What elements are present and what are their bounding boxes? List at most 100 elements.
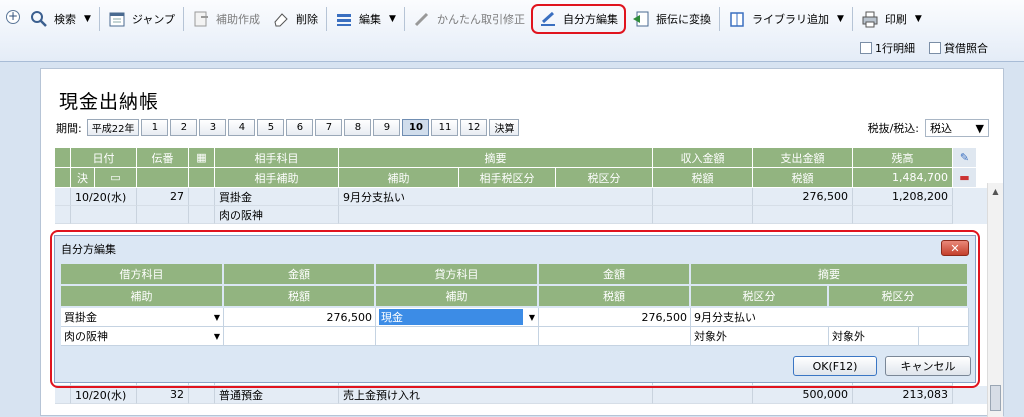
separator	[403, 7, 405, 31]
month-button[interactable]: 12	[460, 119, 488, 136]
chevron-down-icon[interactable]: ▼	[529, 313, 535, 322]
ok-button[interactable]: OK(F12)	[793, 356, 877, 376]
header-icon-cell[interactable]: ▦	[189, 148, 215, 168]
settlement-button[interactable]: 決算	[489, 119, 520, 136]
month-button[interactable]: 2	[170, 119, 198, 136]
one-line-detail-label: 1行明細	[875, 42, 915, 55]
chevron-down-icon[interactable]: ▼	[389, 14, 396, 24]
month-button-active[interactable]: 10	[402, 119, 430, 136]
close-icon: ✕	[950, 241, 960, 255]
easy-fix-button[interactable]: かんたん取引修正	[407, 6, 531, 32]
tax-mode-select[interactable]: 税込 ▼	[925, 119, 989, 137]
cell-income	[653, 206, 753, 224]
cell-no: 32	[137, 386, 189, 404]
credit-tax-class[interactable]: 対象外	[829, 327, 919, 345]
table-row[interactable]: 10/20(水) 27 買掛金 9月分支払い 276,500 1,208,200	[55, 188, 991, 206]
row-selector[interactable]	[55, 386, 71, 404]
ledger-header-row-2: 決 ▭ 相手補助 補助 相手税区分 税区分 税額 税額 1,484,700 ▬	[55, 168, 991, 188]
period-year-button[interactable]: 平成22年	[86, 119, 140, 136]
debit-amount-input[interactable]: 276,500	[224, 308, 376, 326]
chevron-down-icon[interactable]: ▼	[837, 14, 844, 24]
dialog-header-row: 借方科目 金額 貸方科目 金額 摘要	[61, 264, 969, 284]
loan-reconcile-label: 貸借照合	[944, 42, 988, 55]
month-button[interactable]: 4	[228, 119, 256, 136]
aux-create-button[interactable]: 補助作成	[186, 6, 266, 32]
month-button[interactable]: 11	[431, 119, 459, 136]
cell-memo: 売上金預け入れ	[339, 386, 653, 404]
header-credit-account: 貸方科目	[376, 264, 537, 284]
cell-account: 肉の阪神	[215, 206, 339, 224]
cell-balance	[853, 206, 953, 224]
month-button[interactable]: 9	[373, 119, 401, 136]
credit-aux-input[interactable]	[376, 327, 539, 345]
header-memo: 摘要	[691, 264, 967, 284]
month-button[interactable]: 5	[257, 119, 285, 136]
one-line-detail-checkbox[interactable]: 1行明細	[860, 40, 915, 56]
loan-reconcile-checkbox[interactable]: 貸借照合	[929, 40, 988, 56]
entry-row-2: 肉の阪神 ▼ 対象外 対象外	[61, 327, 969, 346]
delete-label: 削除	[296, 13, 319, 26]
memo-input[interactable]: 9月分支払い	[691, 308, 969, 326]
chevron-down-icon[interactable]: ▼	[214, 313, 220, 322]
cell-balance: 1,208,200	[853, 188, 953, 206]
debit-tax-input[interactable]	[224, 327, 376, 345]
vertical-scrollbar[interactable]: ▲	[987, 183, 1003, 417]
chevron-down-icon: ▼	[975, 121, 984, 135]
book-icon	[728, 10, 746, 28]
scroll-up-icon[interactable]: ▲	[988, 187, 1003, 196]
table-row[interactable]: 肉の阪神	[55, 206, 991, 224]
cell-no: 27	[137, 188, 189, 206]
header-note-icon-cell[interactable]: ▭	[95, 168, 137, 188]
checkbox-box[interactable]	[929, 42, 941, 54]
month-button[interactable]: 1	[141, 119, 169, 136]
header-memo: 摘要	[339, 148, 653, 168]
header-cell	[55, 168, 71, 188]
header-toggle-cell[interactable]: ▬	[953, 168, 977, 188]
row-selector[interactable]	[55, 188, 71, 206]
separator	[851, 7, 853, 31]
edit-label: 編集	[359, 13, 382, 26]
scroll-thumb[interactable]	[990, 385, 1001, 411]
header-debit-tax-class: 税区分	[691, 286, 827, 306]
debit-aux-value: 肉の阪神	[64, 330, 108, 343]
chevron-down-icon[interactable]: ▼	[915, 14, 922, 24]
jump-button[interactable]: ジャンプ	[102, 6, 181, 32]
debit-tax-class[interactable]: 対象外	[691, 327, 829, 345]
library-add-button[interactable]: ライブラリ追加 ▼	[722, 6, 850, 32]
ledger-header-row: 日付 伝番 ▦ 相手科目 摘要 収入金額 支出金額 残高 ✎	[55, 148, 991, 168]
close-button[interactable]: ✕	[941, 240, 969, 256]
tax-mode-value: 税込	[930, 122, 952, 135]
print-button[interactable]: 印刷 ▼	[855, 6, 928, 32]
header-tax-class: 税区分	[556, 168, 653, 188]
self-edit-label: 自分方編集	[562, 13, 618, 26]
to-transfer-label: 振伝に変換	[655, 13, 711, 26]
to-transfer-button[interactable]: 振伝に変換	[626, 6, 717, 32]
row-selector[interactable]	[55, 206, 71, 224]
cell-account: 普通預金	[215, 386, 339, 404]
table-row[interactable]: 10/20(水) 32 普通預金 売上金預け入れ 500,000 213,083	[55, 386, 991, 404]
header-edit-cell[interactable]: ✎	[953, 148, 977, 168]
edit-button[interactable]: 編集 ▼	[329, 6, 402, 32]
month-button[interactable]: 3	[199, 119, 227, 136]
month-button[interactable]: 7	[315, 119, 343, 136]
cancel-button[interactable]: キャンセル	[885, 356, 971, 376]
debit-aux-combo[interactable]: 肉の阪神 ▼	[61, 327, 224, 345]
convert-icon	[632, 10, 650, 28]
credit-amount-input[interactable]: 276,500	[539, 308, 691, 326]
chevron-down-icon[interactable]: ▼	[84, 14, 91, 24]
chevron-down-icon[interactable]: ▼	[214, 332, 220, 341]
period-label: 期間:	[56, 121, 82, 135]
month-button[interactable]: 6	[286, 119, 314, 136]
month-button[interactable]: 8	[344, 119, 372, 136]
cell-account: 買掛金	[215, 188, 339, 206]
credit-account-combo[interactable]: 現金 ▼	[376, 308, 539, 326]
credit-tax-input[interactable]	[539, 327, 691, 345]
calendar-icon	[108, 10, 126, 28]
self-edit-button[interactable]: 自分方編集	[530, 4, 626, 34]
magnifier-icon	[30, 10, 48, 28]
add-icon[interactable]: +	[6, 10, 20, 24]
search-button[interactable]: 検索 ▼	[24, 6, 97, 32]
delete-button[interactable]: 削除	[266, 6, 324, 32]
debit-account-combo[interactable]: 買掛金 ▼	[61, 308, 224, 326]
checkbox-box[interactable]	[860, 42, 872, 54]
